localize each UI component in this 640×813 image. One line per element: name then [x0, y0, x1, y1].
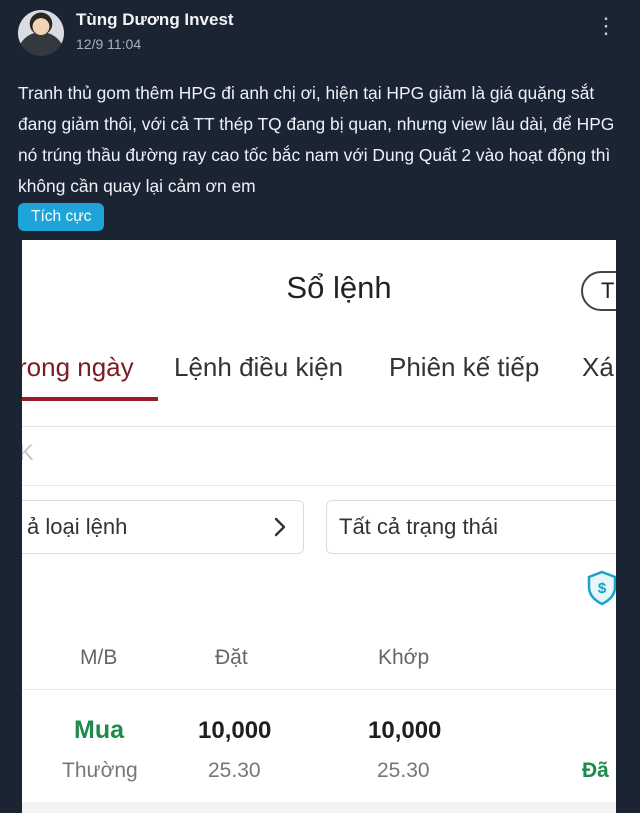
- tab-intraday[interactable]: rong ngày: [22, 352, 134, 383]
- author-name[interactable]: Tùng Dương Invest: [76, 10, 234, 30]
- order-type-filter[interactable]: ả loại lệnh: [22, 500, 304, 554]
- order-status: Đã: [582, 759, 609, 782]
- post-body: Tranh thủ gom thêm HPG đi anh chị ơi, hi…: [18, 83, 615, 196]
- header-divider: [22, 689, 616, 690]
- attached-screenshot[interactable]: Sổ lệnh T rong ngày Lệnh điều kiện Phiên…: [22, 240, 616, 813]
- order-tabs: rong ngày Lệnh điều kiện Phiên kế tiếp X…: [22, 348, 616, 404]
- order-side: Mua: [74, 716, 124, 744]
- symbol-search-input[interactable]: K: [22, 438, 616, 468]
- order-type: Thường: [62, 759, 138, 782]
- tab-next-session[interactable]: Phiên kế tiếp: [389, 352, 539, 383]
- sentiment-tag[interactable]: Tích cực: [18, 203, 105, 231]
- status-filter[interactable]: Tất cả trạng thái: [326, 500, 616, 554]
- svg-text:$: $: [598, 580, 607, 597]
- bottom-band: [22, 802, 616, 813]
- column-header-side: M/B: [80, 646, 118, 669]
- column-header-matched: Khớp: [378, 646, 430, 669]
- header-pill-button[interactable]: T: [581, 271, 616, 311]
- matched-quantity: 10,000: [368, 717, 442, 744]
- tab-conditional-orders[interactable]: Lệnh điều kiện: [174, 352, 343, 383]
- post-timestamp[interactable]: 12/9 11:04: [76, 36, 141, 52]
- author-avatar[interactable]: [18, 10, 64, 56]
- active-tab-indicator: [22, 397, 158, 401]
- tabs-divider: [22, 426, 616, 427]
- post-header: Tùng Dương Invest 12/9 11:04 ⋮: [18, 8, 622, 56]
- search-placeholder: K: [22, 440, 34, 465]
- more-horizontal-icon[interactable]: ⋮: [594, 14, 618, 38]
- chevron-right-icon: [274, 517, 286, 537]
- order-book-title: Sổ lệnh: [286, 270, 392, 305]
- order-type-label: ả loại lệnh: [27, 514, 128, 539]
- shield-dollar-icon[interactable]: $: [586, 570, 616, 606]
- search-divider: [22, 485, 616, 486]
- status-label: Tất cả trạng thái: [339, 514, 498, 539]
- matched-price: 25.30: [377, 759, 430, 782]
- tab-truncated[interactable]: Xá: [582, 352, 614, 383]
- placed-quantity: 10,000: [198, 717, 272, 744]
- column-header-placed: Đặt: [215, 646, 248, 669]
- placed-price: 25.30: [208, 759, 261, 782]
